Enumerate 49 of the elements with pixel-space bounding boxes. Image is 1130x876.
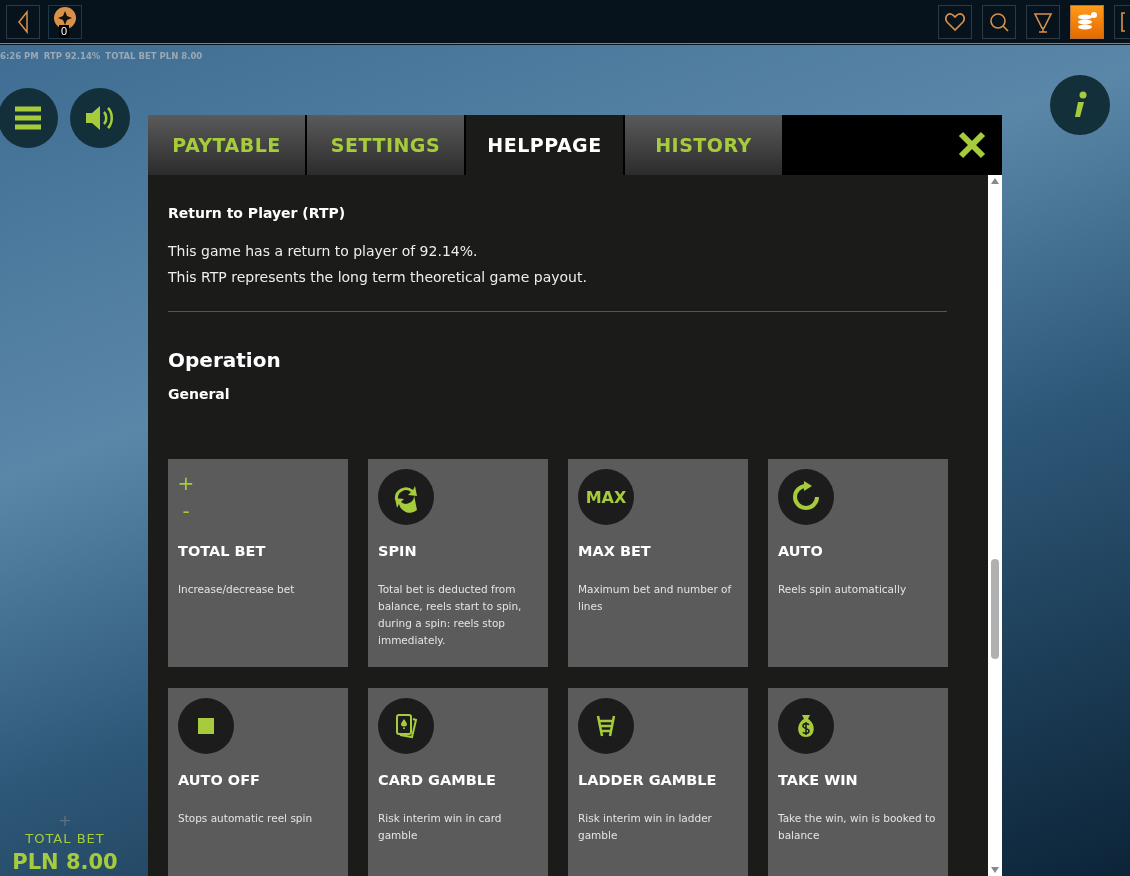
card-title: MAX BET (578, 543, 652, 559)
coins-button[interactable] (1070, 4, 1104, 39)
bet-adjust-symbol: - (182, 498, 190, 525)
card-title: SPIN (378, 543, 418, 559)
card-description: Reels spin automatically (778, 582, 908, 597)
max-bet-icon: MAX (585, 487, 627, 507)
card-description: Risk interim win in card gamble (378, 811, 503, 843)
paragraph: This game has a return to player of 92.14%. (168, 243, 479, 259)
dialog-tab[interactable]: HISTORY (625, 115, 782, 175)
card-description: Stops automatic reel spin (178, 811, 314, 826)
status-text: 6:26 PM (0, 51, 39, 61)
card-title: TAKE WIN (778, 772, 859, 788)
card-description: Increase/decrease bet (178, 582, 296, 597)
sound-button[interactable] (70, 88, 130, 148)
avatar-button[interactable]: 0 (48, 4, 82, 39)
status-text: RTP 92.14% (43, 51, 101, 61)
back-button[interactable] (6, 4, 40, 39)
notification-count: 0 (59, 24, 70, 38)
trophy-button[interactable] (1026, 4, 1060, 39)
card-title: LADDER GAMBLE (578, 772, 718, 788)
total-bet-value: PLN 8.00 (12, 849, 118, 876)
card-title: TOTAL BET (178, 543, 267, 559)
section-heading: Operation (168, 348, 282, 372)
card-description: Take the win, win is booked to balance (778, 811, 937, 843)
back-arrow-icon (16, 9, 30, 34)
info-button[interactable] (1050, 75, 1110, 135)
card-title: AUTO OFF (178, 772, 261, 788)
bet-adjust-symbol: + (177, 470, 195, 497)
heart-button[interactable] (938, 4, 972, 39)
card-title: AUTO (778, 543, 824, 559)
paragraph: This RTP represents the long term theoretical game payout. (168, 269, 588, 285)
search-button[interactable] (982, 4, 1016, 39)
section-heading: Return to Player (RTP) (168, 205, 347, 221)
total-bet-label: TOTAL BET (25, 830, 105, 848)
card-description: Total bet is deducted from balance, reels start to spin, during a spin: reels stop immediately. (378, 582, 523, 648)
subheading: General (168, 386, 231, 402)
dialog-tab[interactable]: PAYTABLE (148, 115, 305, 175)
card-description: Maximum bet and number of lines (578, 582, 733, 614)
speaker-icon (84, 104, 116, 132)
scroll-thumb[interactable] (991, 559, 999, 659)
status-text: TOTAL BET PLN 8.00 (105, 51, 203, 61)
close-icon (958, 131, 986, 159)
menu-button[interactable] (0, 88, 58, 148)
card-description: Risk interim win in ladder gamble (578, 811, 713, 843)
card-title: CARD GAMBLE (378, 772, 497, 788)
dialog-tab[interactable]: HELPPAGE (466, 115, 623, 175)
dialog-tab[interactable]: SETTINGS (307, 115, 464, 175)
menu-icon (13, 106, 43, 130)
scrollbar[interactable] (988, 175, 1002, 876)
